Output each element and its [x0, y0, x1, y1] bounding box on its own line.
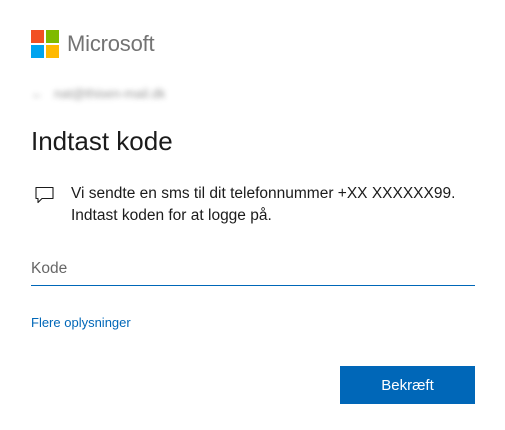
logo-blue-square	[31, 45, 44, 58]
microsoft-logo-icon	[31, 30, 59, 58]
logo-green-square	[46, 30, 59, 43]
brand-name: Microsoft	[67, 31, 155, 56]
logo-yellow-square	[46, 45, 59, 58]
page-title: Indtast kode	[31, 126, 173, 156]
back-arrow-icon[interactable]: ←	[31, 86, 44, 101]
more-info-link[interactable]: Flere oplysninger	[31, 315, 131, 330]
microsoft-logo: Microsoft	[31, 30, 155, 58]
sms-message: Vi sendte en sms til dit telefonnummer +…	[35, 183, 465, 227]
code-input[interactable]	[31, 253, 475, 286]
speech-bubble-icon	[35, 186, 54, 204]
confirm-button[interactable]: Bekræft	[340, 366, 475, 404]
identity-banner[interactable]: ← nat@thisen-mail.dk	[31, 86, 165, 101]
identity-email: nat@thisen-mail.dk	[54, 86, 166, 101]
sms-message-text: Vi sendte en sms til dit telefonnummer +…	[71, 185, 456, 224]
logo-red-square	[31, 30, 44, 43]
